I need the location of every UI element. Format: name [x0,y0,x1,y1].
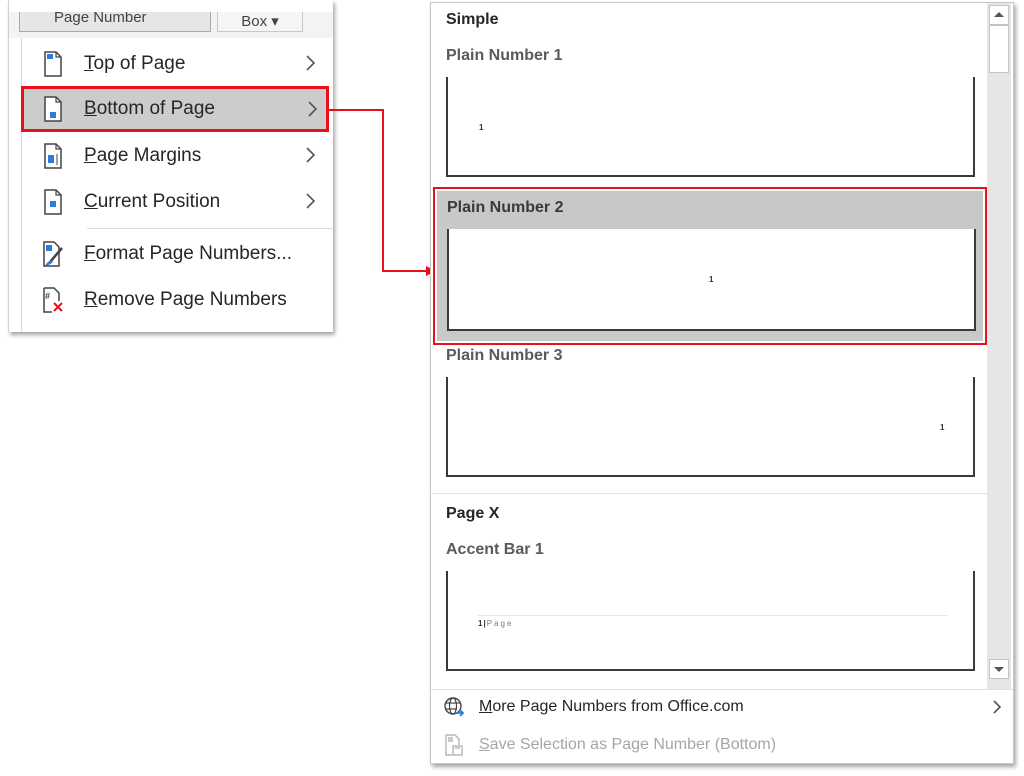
format-page-numbers-icon [41,240,65,268]
page-number-current-icon [41,188,65,216]
preview-page-number: 1 [479,123,484,132]
menu-item-current-position[interactable]: Current Position [21,182,327,222]
accent-bar-line [478,615,948,616]
accent-bar-preview-text: 1|Page [478,619,513,628]
menu-item-top-of-page[interactable]: Top of Page [21,44,327,84]
gallery-item-title: Accent Bar 1 [446,541,544,558]
chevron-right-icon [303,144,319,166]
gallery-scroll-area: Simple Plain Number 1 1 Plain Number 2 1… [431,3,987,689]
menu-item-format-page-numbers[interactable]: Format Page Numbers... [21,234,327,274]
menu-item-label: Format Page Numbers... [84,243,293,264]
save-selection-as-page-number-button[interactable]: Save Selection as Page Number (Bottom) [431,727,1013,763]
menu-item-label: Page Margins [84,145,202,166]
section-header-page-x: Page X [446,505,500,522]
footer-item-label: Save Selection as Page Number (Bottom) [479,736,777,753]
svg-text:#: # [45,291,50,301]
page-number-margins-icon [41,142,65,170]
caret-down-icon [994,667,1004,672]
scroll-down-button[interactable] [989,659,1009,679]
gallery-scrollbar[interactable] [987,3,1011,689]
globe-arrow-icon [443,696,465,718]
box-ribbon-label: Box ▾ [241,13,279,30]
gallery-item-preview: 1 [446,377,975,477]
gallery-item-plain-number-2[interactable]: Plain Number 2 1 [433,187,987,345]
ribbon-strip: Page Number Box ▾ [9,12,333,38]
gallery-item-title: Plain Number 3 [446,347,563,364]
gallery-item-title: Plain Number 2 [447,199,564,216]
page-number-ribbon-button[interactable]: Page Number [19,12,211,32]
box-ribbon-button[interactable]: Box ▾ [217,12,303,32]
menu-item-page-margins[interactable]: Page Margins [21,136,327,176]
page-number-bottom-icon [41,95,65,123]
footer-item-label: More Page Numbers from Office.com [479,698,744,715]
page-number-ribbon-label: Page Number [54,12,147,26]
menu-separator [87,228,333,229]
section-header-simple: Simple [446,11,499,28]
page-number-top-icon [41,50,65,78]
chevron-right-icon [303,190,319,212]
menu-item-label: Top of Page [84,53,186,74]
gallery-item-title: Plain Number 1 [446,47,563,64]
section-divider [431,493,987,494]
menu-item-bottom-of-page[interactable]: Bottom of Page [21,86,329,132]
bottom-of-page-gallery: Simple Plain Number 1 1 Plain Number 2 1… [430,2,1014,764]
menu-item-remove-page-numbers[interactable]: # Remove Page Numbers [21,280,327,320]
scroll-thumb[interactable] [989,25,1009,73]
more-page-numbers-from-office-button[interactable]: More Page Numbers from Office.com [431,689,1013,725]
page-number-menu: Page Number Box ▾ Top of Page Bottom of … [8,0,333,332]
preview-page-number: 1 [709,275,714,284]
remove-page-numbers-icon: # [41,286,65,314]
scroll-up-button[interactable] [989,5,1009,25]
chevron-right-icon [303,52,319,74]
save-selection-icon [443,734,465,756]
preview-page-word: Page [486,619,514,628]
menu-item-label: Remove Page Numbers [84,289,287,310]
chevron-right-icon [991,698,1003,716]
chevron-right-icon [305,98,321,120]
caret-up-icon [994,12,1004,17]
menu-item-label: Bottom of Page [84,98,215,119]
menu-item-label: Current Position [84,191,221,212]
gallery-item-preview: 1 [446,77,975,177]
gallery-item-preview: 1|Page [446,571,975,671]
gallery-item-preview: 1 [447,229,976,331]
preview-page-number: 1 [940,423,945,432]
